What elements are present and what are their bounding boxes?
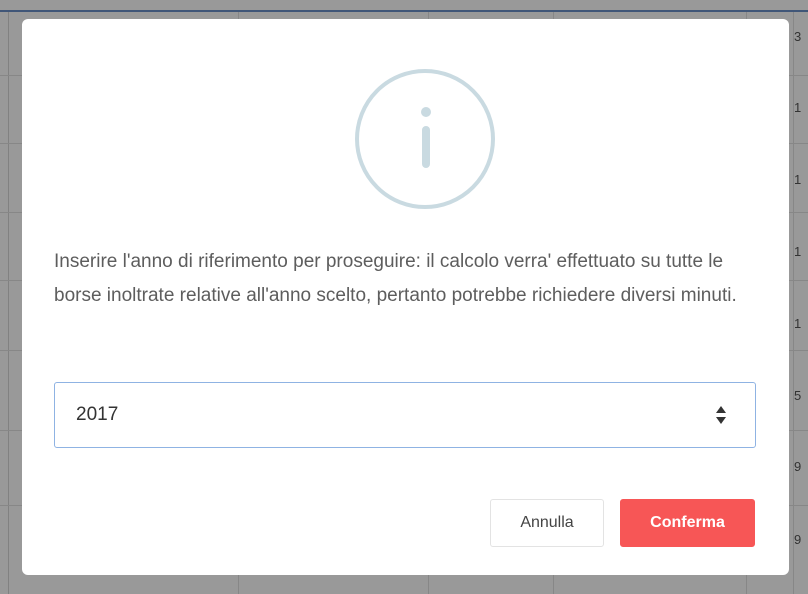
year-prompt-dialog: Inserire l'anno di riferimento per prose…	[22, 19, 789, 575]
chevron-up-icon[interactable]	[716, 406, 726, 413]
year-spinner[interactable]	[712, 405, 730, 427]
chevron-down-icon[interactable]	[716, 417, 726, 424]
info-icon-dot	[421, 107, 431, 117]
confirm-button[interactable]: Conferma	[620, 499, 755, 547]
info-icon-stem	[422, 126, 430, 168]
year-input-value: 2017	[76, 404, 119, 425]
info-icon	[355, 69, 495, 209]
year-number-input[interactable]: 2017	[54, 382, 756, 448]
cancel-button[interactable]: Annulla	[490, 499, 604, 547]
dialog-message: Inserire l'anno di riferimento per prose…	[54, 251, 737, 306]
